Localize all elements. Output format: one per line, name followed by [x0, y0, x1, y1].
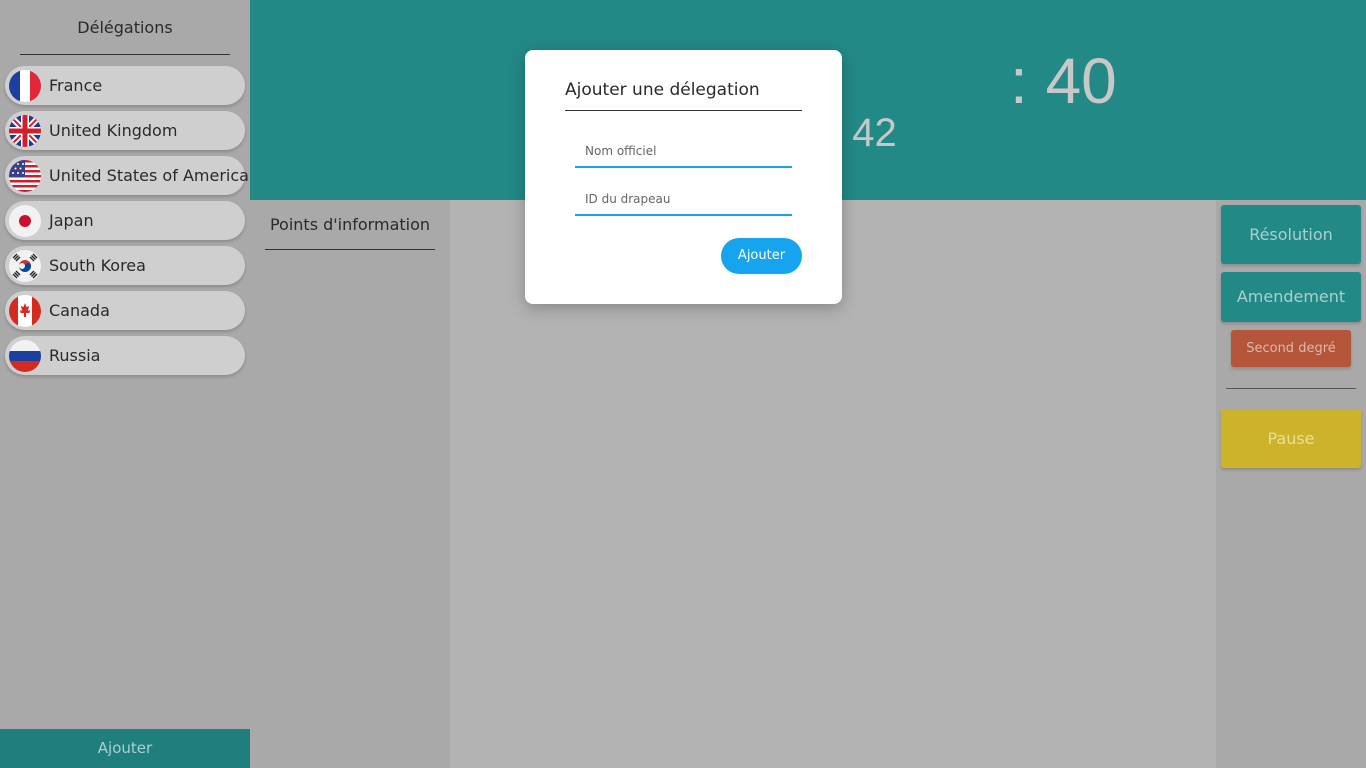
- dialog-title-divider: [565, 110, 802, 111]
- dialog-add-button[interactable]: Ajouter: [721, 238, 802, 274]
- flag-id-input[interactable]: [575, 184, 792, 216]
- add-delegation-dialog: Ajouter une délegation Ajouter: [525, 50, 842, 304]
- modal-overlay[interactable]: Ajouter une délegation Ajouter: [0, 0, 1366, 768]
- official-name-input[interactable]: [575, 136, 792, 168]
- dialog-title: Ajouter une délegation: [565, 80, 760, 100]
